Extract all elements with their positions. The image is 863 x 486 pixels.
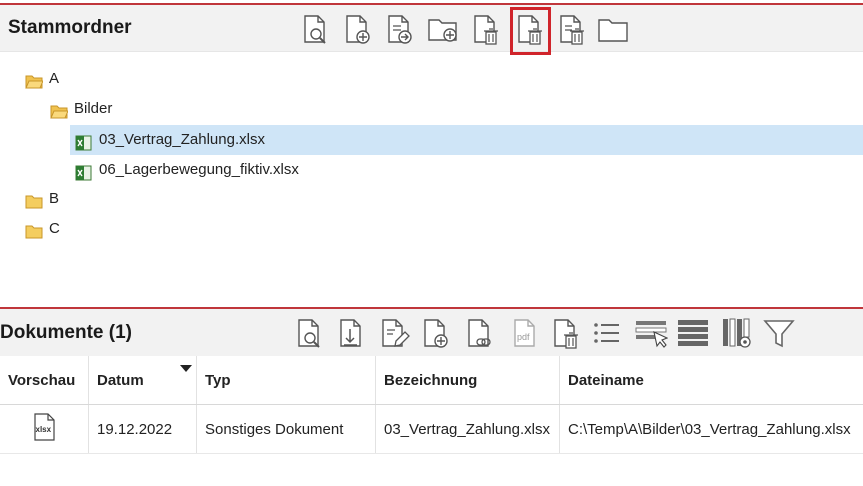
rows-icon[interactable] <box>676 316 710 350</box>
table-header-row: Vorschau Datum Typ Bezeichnung Dateiname <box>0 356 863 405</box>
tree-folder-c[interactable]: C <box>0 214 863 244</box>
folder-closed-icon <box>25 191 43 209</box>
tree-folder-b[interactable]: B <box>0 184 863 214</box>
column-header-label: Datum <box>97 371 144 389</box>
highlight-box <box>510 7 551 55</box>
date-cell: 19.12.2022 <box>88 404 197 454</box>
panel-title: Stammordner <box>8 17 132 38</box>
root-folder-panel: Stammordner A Bilder 03_Vertrag_Zahlung.… <box>0 0 863 300</box>
documents-title: Dokumente (1) <box>0 322 132 343</box>
tree-file-lagerbewegung[interactable]: 06_Lagerbewegung_fiktiv.xlsx <box>70 155 863 185</box>
pdf-icon[interactable]: pdf <box>508 316 542 350</box>
open-folder-icon <box>50 101 69 119</box>
column-header-typ[interactable]: Typ <box>196 356 376 405</box>
preview-cell[interactable]: xlsx <box>0 404 89 454</box>
svg-text:pdf: pdf <box>517 332 530 342</box>
folder-icon[interactable] <box>596 12 630 46</box>
edit-document-icon[interactable] <box>376 316 410 350</box>
tree-file-vertrag[interactable]: 03_Vertrag_Zahlung.xlsx <box>70 125 863 155</box>
delete-multiple-icon[interactable] <box>554 12 588 46</box>
tree-label: A <box>49 70 60 87</box>
description-cell: 03_Vertrag_Zahlung.xlsx <box>375 404 560 454</box>
download-document-icon[interactable] <box>334 316 368 350</box>
tree-label: Bilder <box>74 100 113 117</box>
excel-file-icon <box>75 162 93 181</box>
list-icon[interactable] <box>590 316 624 350</box>
link-document-icon[interactable] <box>462 316 496 350</box>
tree-label: 03_Vertrag_Zahlung.xlsx <box>99 131 265 148</box>
column-header-bezeichnung[interactable]: Bezeichnung <box>375 356 560 405</box>
table-row[interactable]: xlsx 19.12.2022 Sonstiges Dokument 03_Ve… <box>0 404 863 454</box>
tree-label: 06_Lagerbewegung_fiktiv.xlsx <box>99 161 299 178</box>
folder-closed-icon <box>25 221 43 239</box>
add-folder-icon[interactable] <box>426 12 460 46</box>
column-header-dateiname[interactable]: Dateiname <box>559 356 863 405</box>
delete-document-icon[interactable] <box>468 12 502 46</box>
tree-label: C <box>49 220 60 237</box>
delete-document-icon[interactable] <box>548 316 582 350</box>
search-document-icon[interactable] <box>298 12 332 46</box>
tree-folder-bilder[interactable]: Bilder <box>0 94 863 124</box>
tree-label: B <box>49 190 60 207</box>
documents-table: Vorschau Datum Typ Bezeichnung Dateiname… <box>0 356 863 454</box>
move-document-icon[interactable] <box>382 12 416 46</box>
svg-text:xlsx: xlsx <box>36 425 52 434</box>
xlsx-file-icon: xlsx <box>34 413 55 441</box>
select-rows-icon[interactable] <box>634 316 668 350</box>
open-folder-icon <box>25 71 44 89</box>
column-settings-icon[interactable] <box>720 316 754 350</box>
type-cell: Sonstiges Dokument <box>196 404 376 454</box>
filename-cell: C:\Temp\A\Bilder\03_Vertrag_Zahlung.xlsx <box>559 404 863 454</box>
excel-file-icon <box>75 132 93 151</box>
column-header-datum[interactable]: Datum <box>88 356 197 405</box>
search-document-icon[interactable] <box>292 316 326 350</box>
column-header-vorschau[interactable]: Vorschau <box>0 356 89 405</box>
add-document-icon[interactable] <box>418 316 452 350</box>
tree-folder-a[interactable]: A <box>0 64 863 94</box>
filter-icon[interactable] <box>762 316 796 350</box>
sort-descending-icon <box>180 365 192 372</box>
add-document-icon[interactable] <box>340 12 374 46</box>
